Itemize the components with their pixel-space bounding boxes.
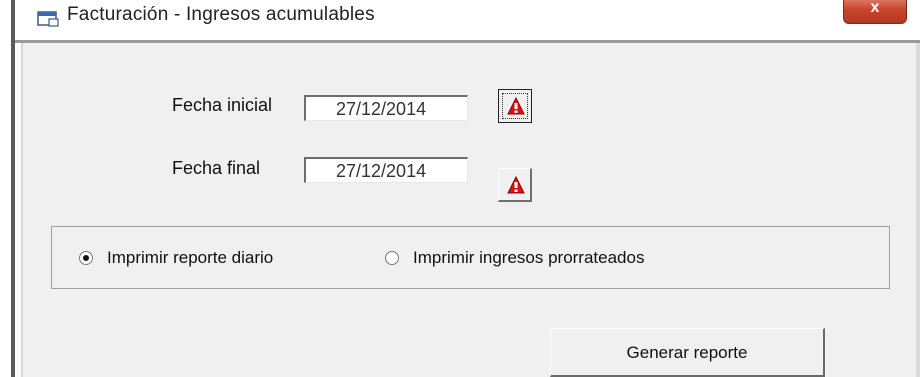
generate-report-label: Generar reporte [626,343,748,362]
close-icon: x [870,0,880,16]
close-button[interactable]: x [843,0,907,24]
dialog-body [21,43,920,377]
daily-report-label[interactable]: Imprimir reporte diario [107,248,273,268]
end-date-calendar-button[interactable] [498,168,532,202]
end-date-value: 27/12/2014 [336,161,427,181]
generate-report-button[interactable]: Generar reporte [550,328,825,377]
end-date-label: Fecha final [172,158,261,178]
prorated-income-label[interactable]: Imprimir ingresos prorrateados [413,248,644,268]
window-title: Facturación - Ingresos acumulables [67,4,375,25]
start-date-label: Fecha inicial [172,95,273,115]
end-date-field[interactable]: 27/12/2014 [304,157,468,183]
start-date-calendar-button[interactable] [498,89,532,123]
report-options-group: Imprimir reporte diario Imprimir ingreso… [51,226,890,289]
radio-daily-report[interactable] [79,251,93,265]
window-frame-right [916,43,920,377]
window-icon [37,9,59,27]
radio-prorated-income[interactable] [385,251,399,265]
radio-selected-dot [83,255,89,261]
title-bar[interactable]: Facturación - Ingresos acumulables x [15,0,920,40]
window-frame-left [11,0,15,377]
start-date-field[interactable]: 27/12/2014 [304,95,468,121]
desktop-edge [0,0,11,377]
start-date-value: 27/12/2014 [336,99,427,119]
calendar-icon [507,176,525,194]
calendar-icon [507,97,525,115]
